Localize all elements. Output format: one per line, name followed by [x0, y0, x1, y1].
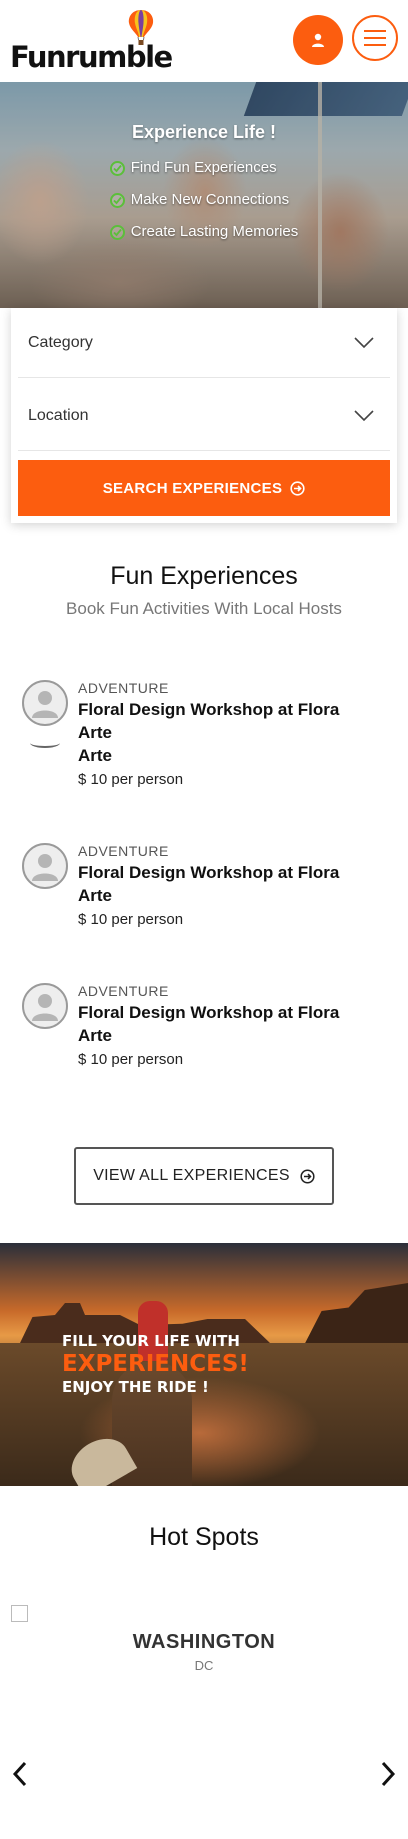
experience-card[interactable]: ADVENTURE Floral Design Workshop at Flor…: [22, 983, 392, 1073]
check-circle-icon: [109, 160, 125, 176]
search-experiences-button[interactable]: SEARCH EXPERIENCES: [18, 460, 390, 516]
experience-title-line: Arte: [78, 723, 113, 742]
experience-title-line: Floral Design Workshop at Flora: [78, 1003, 340, 1022]
site-header: Funrumble: [0, 0, 408, 82]
arrow-circle-right-icon: [300, 1168, 315, 1184]
hamburger-menu-icon: [364, 30, 386, 46]
host-avatar: [22, 843, 68, 889]
hot-spot-region: DC: [194, 1658, 214, 1673]
hot-spot-name[interactable]: WASHINGTON: [0, 1631, 408, 1654]
avatar-underline-decoration: [30, 738, 60, 748]
experience-title[interactable]: Floral Design Workshop at Flora Arte: [78, 861, 398, 907]
hero-bullet-text: Create Lasting Memories: [130, 223, 299, 240]
experiences-section-title: Fun Experiences: [110, 562, 298, 590]
hot-spot-image-placeholder[interactable]: [11, 1605, 28, 1622]
user-icon: [312, 33, 324, 47]
experience-title-line: Arte: [78, 886, 113, 905]
experience-text: ADVENTURE Floral Design Workshop at Flor…: [78, 843, 398, 928]
experience-title-line: Arte: [78, 746, 113, 765]
check-circle-icon: [109, 224, 125, 240]
chevron-right-icon: [381, 1761, 396, 1787]
promo-line-2: EXPERIENCES!: [62, 1351, 249, 1377]
experience-card[interactable]: ADVENTURE Floral Design Workshop at Flor…: [22, 680, 392, 790]
carousel-prev-button[interactable]: [8, 1759, 32, 1789]
host-avatar: [22, 983, 68, 1029]
location-select[interactable]: Location: [18, 381, 390, 451]
experience-price: $ 10 per person: [78, 911, 184, 928]
hero-bullet-list: Find Fun Experiences Make New Connection…: [109, 152, 299, 248]
category-select[interactable]: Category: [18, 308, 390, 378]
experience-category: ADVENTURE: [78, 843, 169, 859]
default-avatar-icon: [32, 994, 58, 1021]
hero-text-block: Experience Life ! Find Fun Experiences M…: [0, 122, 408, 248]
experiences-section-subtitle: Book Fun Activities With Local Hosts: [66, 599, 342, 618]
chevron-down-icon: [354, 409, 374, 421]
host-avatar: [22, 680, 68, 726]
experience-title-line: Arte: [78, 1026, 113, 1045]
experience-text: ADVENTURE Floral Design Workshop at Flor…: [78, 983, 398, 1068]
experience-title[interactable]: Floral Design Workshop at Flora Arte Art…: [78, 698, 398, 767]
chevron-down-icon: [354, 336, 374, 348]
hero-bullet-text: Make New Connections: [130, 191, 290, 208]
experience-title[interactable]: Floral Design Workshop at Flora Arte: [78, 1001, 398, 1047]
experience-text: ADVENTURE Floral Design Workshop at Flor…: [78, 680, 398, 788]
experience-title-line: Floral Design Workshop at Flora: [78, 863, 340, 882]
logo-text: Funrumble: [10, 40, 173, 74]
hero-title: Experience Life !: [131, 122, 277, 142]
hamburger-menu-button[interactable]: [352, 15, 398, 61]
experience-category: ADVENTURE: [78, 680, 169, 696]
search-card: Category Location SEARCH EXPERIENCES: [11, 308, 397, 523]
chevron-left-icon: [12, 1761, 27, 1787]
promo-line-1: FILL YOUR LIFE WITH: [62, 1332, 240, 1350]
hero-banner: Experience Life ! Find Fun Experiences M…: [0, 82, 408, 308]
hero-bullet: Find Fun Experiences: [109, 152, 299, 184]
promo-line-3: ENJOY THE RIDE !: [62, 1378, 209, 1396]
hero-bullet-text: Find Fun Experiences: [130, 159, 277, 176]
category-select-label: Category: [28, 333, 93, 351]
experience-title-line: Floral Design Workshop at Flora: [78, 700, 340, 719]
funrumble-logo[interactable]: Funrumble: [10, 8, 173, 74]
hot-spots-title: Hot Spots: [149, 1523, 259, 1551]
hero-bullet: Create Lasting Memories: [109, 216, 299, 248]
experience-price: $ 10 per person: [78, 771, 184, 788]
hero-bullet: Make New Connections: [109, 184, 299, 216]
experience-category: ADVENTURE: [78, 983, 169, 999]
experience-card[interactable]: ADVENTURE Floral Design Workshop at Flor…: [22, 843, 392, 933]
search-experiences-label: SEARCH EXPERIENCES: [102, 479, 283, 497]
carousel-next-button[interactable]: [376, 1759, 400, 1789]
view-all-experiences-button[interactable]: VIEW ALL EXPERIENCES: [74, 1147, 334, 1205]
check-circle-icon: [109, 192, 125, 208]
view-all-experiences-label: VIEW ALL EXPERIENCES: [93, 1167, 290, 1184]
default-avatar-icon: [32, 854, 58, 881]
promo-banner-text: FILL YOUR LIFE WITH EXPERIENCES! ENJOY T…: [62, 1331, 249, 1397]
location-select-label: Location: [28, 406, 89, 424]
default-avatar-icon: [32, 691, 58, 718]
arrow-circle-right-icon: [290, 480, 305, 496]
user-account-button[interactable]: [293, 15, 343, 65]
experience-price: $ 10 per person: [78, 1051, 184, 1068]
promo-banner: FILL YOUR LIFE WITH EXPERIENCES! ENJOY T…: [0, 1243, 408, 1486]
